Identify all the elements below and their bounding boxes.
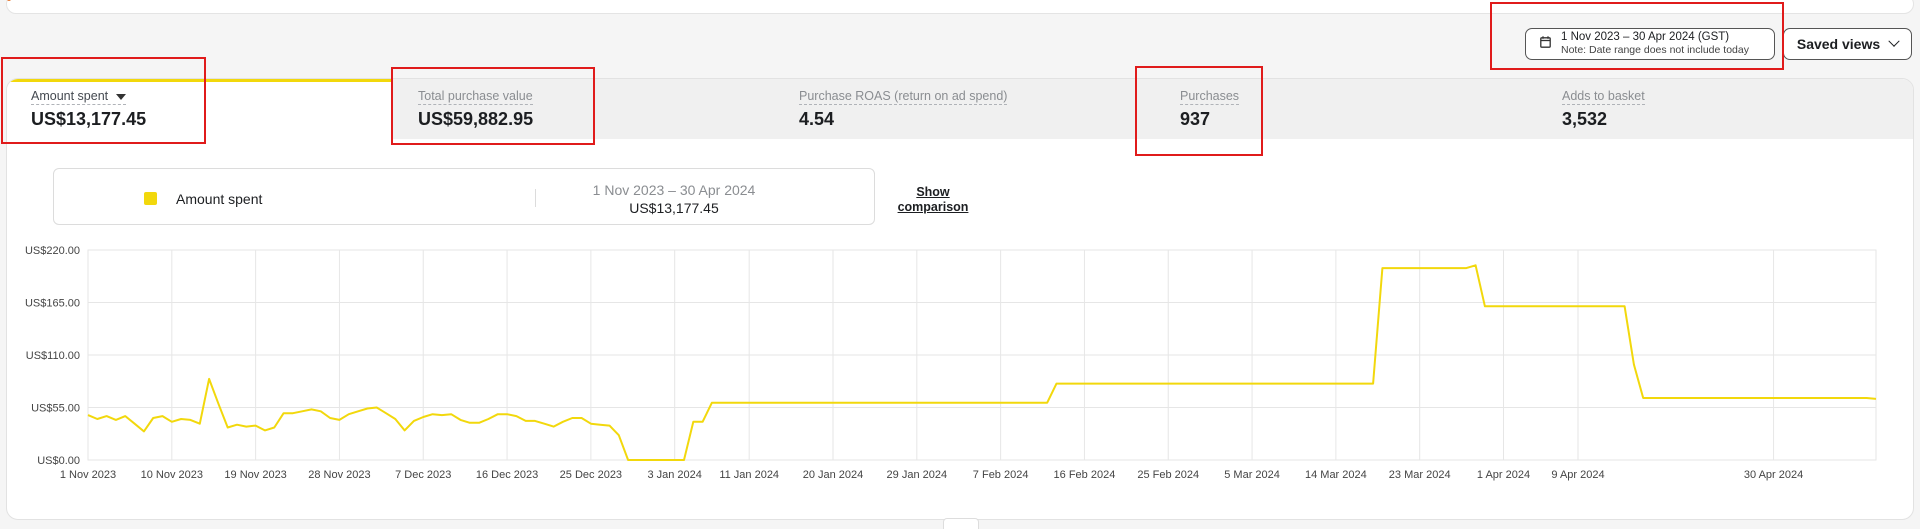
x-tick-label: 5 Mar 2024	[1224, 469, 1280, 481]
x-tick-label: 1 Nov 2023	[60, 469, 116, 481]
x-tick-label: 9 Apr 2024	[1551, 469, 1604, 481]
x-tick-label: 20 Jan 2024	[803, 469, 864, 481]
x-tick-label: 10 Nov 2023	[141, 469, 203, 481]
y-tick-label: US$220.00	[25, 245, 80, 257]
x-tick-label: 19 Nov 2023	[224, 469, 286, 481]
x-tick-label: 7 Dec 2023	[395, 469, 451, 481]
y-tick-label: US$55.00	[31, 403, 80, 415]
resize-handle[interactable]	[943, 518, 979, 529]
x-tick-label: 25 Feb 2024	[1137, 469, 1199, 481]
x-tick-label: 30 Apr 2024	[1744, 469, 1803, 481]
series-line-amount-spent	[87, 264, 1877, 461]
x-tick-label: 23 Mar 2024	[1389, 469, 1451, 481]
x-tick-label: 16 Feb 2024	[1054, 469, 1116, 481]
x-tick-label: 28 Nov 2023	[308, 469, 370, 481]
y-tick-label: US$165.00	[25, 298, 80, 310]
x-tick-label: 25 Dec 2023	[560, 469, 622, 481]
y-tick-label: US$110.00	[26, 350, 80, 362]
x-tick-label: 16 Dec 2023	[476, 469, 538, 481]
amount-spent-line-chart: US$0.00 US$55.00 US$110.00 US$165.00 US$220.…	[25, 245, 1877, 481]
x-tick-label: 14 Mar 2024	[1305, 469, 1367, 481]
x-tick-label: 11 Jan 2024	[719, 469, 779, 481]
x-tick-label: 7 Feb 2024	[973, 469, 1029, 481]
y-tick-label: US$0.00	[37, 455, 80, 467]
x-tick-label: 3 Jan 2024	[647, 469, 701, 481]
x-tick-label: 1 Apr 2024	[1477, 469, 1530, 481]
x-tick-label: 29 Jan 2024	[887, 469, 948, 481]
